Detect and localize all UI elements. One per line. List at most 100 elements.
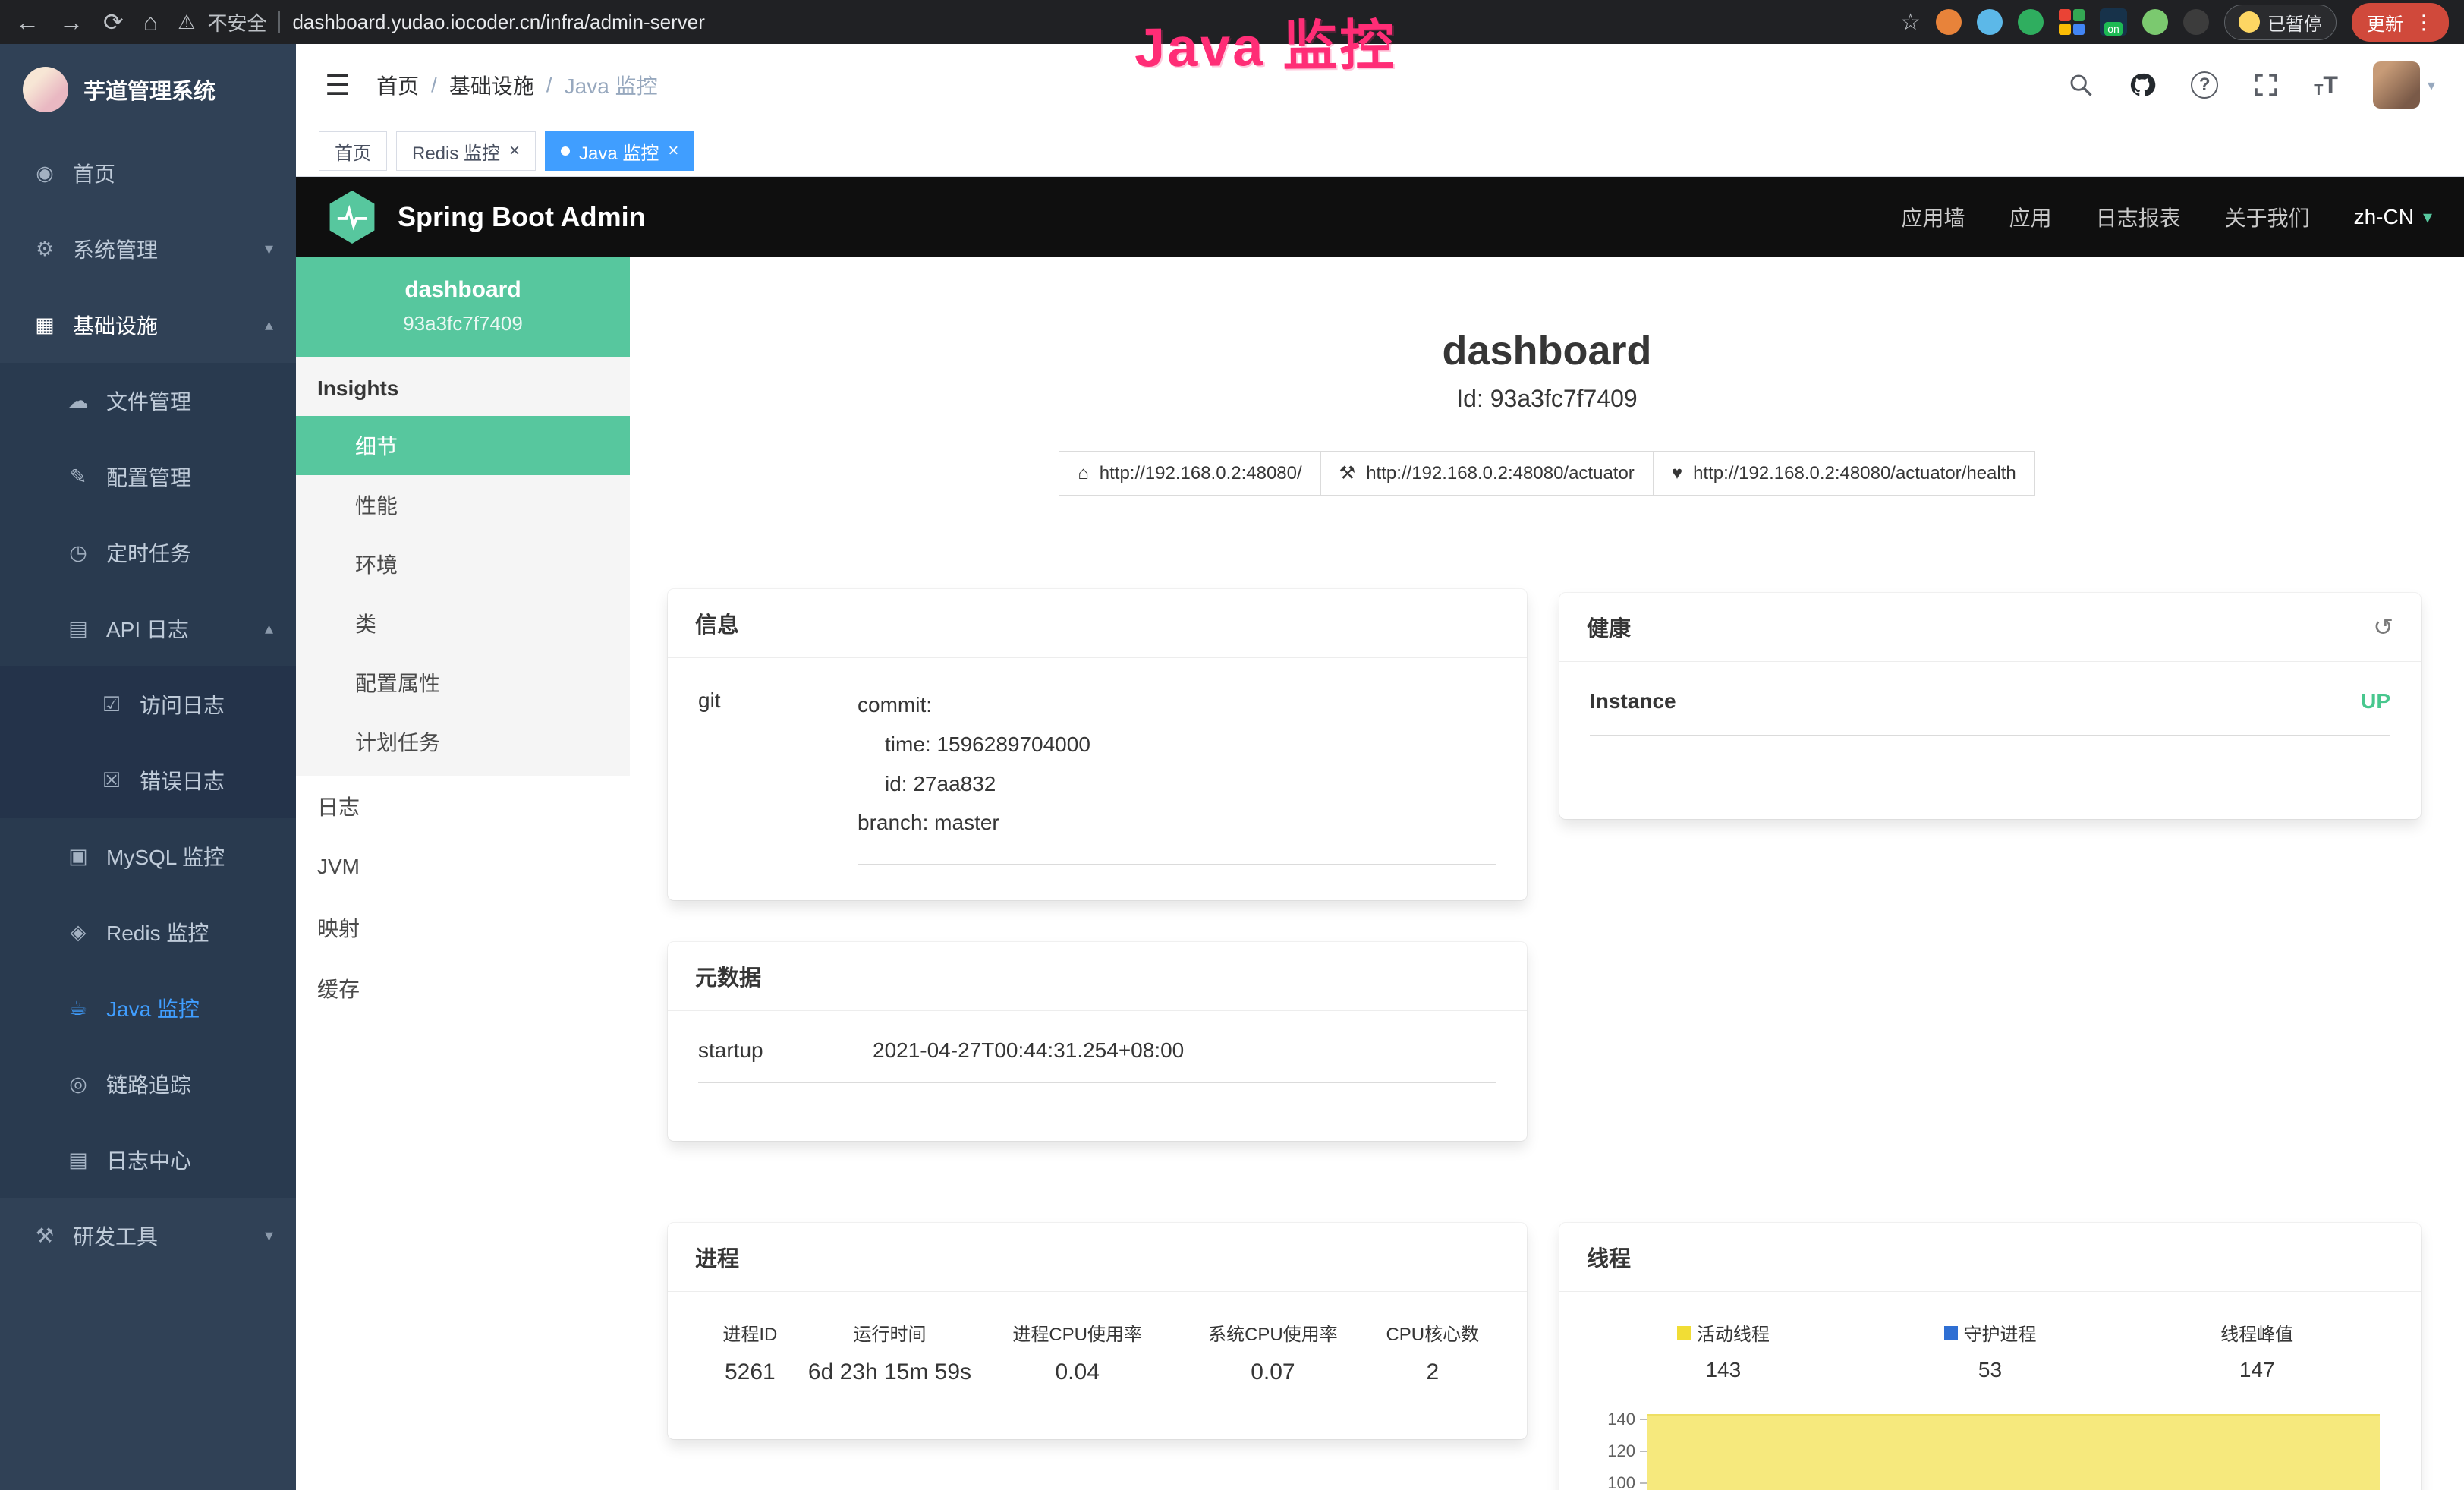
sba-nav-applications[interactable]: 应用 xyxy=(2009,202,2052,232)
legend-text: 活动线程 xyxy=(1697,1319,1770,1346)
back-icon[interactable]: ← xyxy=(15,8,39,36)
process-col-process-cpu: 进程CPU使用率 0.04 xyxy=(977,1319,1177,1385)
on-badge-text: on xyxy=(2104,22,2123,36)
sidebar-item-scheduled-jobs[interactable]: ◷ 定时任务 xyxy=(0,515,296,591)
tab-redis-monitor[interactable]: Redis 监控 × xyxy=(396,131,536,171)
user-avatar-menu[interactable]: ▾ xyxy=(2373,61,2435,109)
menu-label: 基础设施 xyxy=(73,310,251,340)
sba-item-details[interactable]: 细节 xyxy=(296,416,630,475)
sidebar-item-mysql-monitor[interactable]: ▣ MySQL 监控 xyxy=(0,818,296,894)
metadata-key: startup xyxy=(698,1038,873,1063)
process-col-uptime: 运行时间 6d 23h 15m 59s xyxy=(802,1319,977,1385)
instance-link-health[interactable]: ♥ http://192.168.0.2:48080/actuator/heal… xyxy=(1653,451,2035,496)
instance-link-home[interactable]: ⌂ http://192.168.0.2:48080/ xyxy=(1059,451,1320,496)
sba-instance-header[interactable]: dashboard 93a3fc7f7409 xyxy=(296,257,630,357)
url-text[interactable]: dashboard.yudao.iocoder.cn/infra/admin-s… xyxy=(292,11,704,34)
sidebar-item-dev-tools[interactable]: ⚒ 研发工具 ▾ xyxy=(0,1198,296,1274)
sba-item-caches[interactable]: 缓存 xyxy=(296,958,630,1019)
sidebar-item-log-center[interactable]: ▤ 日志中心 xyxy=(0,1122,296,1198)
close-icon[interactable]: × xyxy=(509,142,520,160)
spring-boot-admin-logo-icon[interactable] xyxy=(328,191,376,244)
home-icon: ⌂ xyxy=(1078,463,1089,484)
extension-icon-blue[interactable] xyxy=(1977,9,2003,35)
hamburger-icon[interactable]: ☰ xyxy=(325,68,351,102)
security-label[interactable]: 不安全 xyxy=(207,8,266,36)
health-instance-row[interactable]: Instance UP xyxy=(1590,689,2390,736)
sidebar-item-java-monitor[interactable]: ☕ Java 监控 xyxy=(0,970,296,1046)
instance-name: dashboard xyxy=(311,277,615,303)
infrastructure-icon: ▦ xyxy=(30,313,59,337)
extension-icon-grid[interactable] xyxy=(2059,9,2085,35)
bookmark-star-icon[interactable]: ☆ xyxy=(1900,9,1921,36)
sba-nav-journal[interactable]: 日志报表 xyxy=(2096,202,2181,232)
annotation-java-monitor: Java 监控 xyxy=(1134,0,1397,82)
sidebar-item-redis-monitor[interactable]: ◈ Redis 监控 xyxy=(0,894,296,970)
sidebar-item-home[interactable]: ◉ 首页 xyxy=(0,135,296,211)
log-center-icon: ▤ xyxy=(64,1148,93,1172)
sba-item-mappings[interactable]: 映射 xyxy=(296,897,630,958)
y-tick: 140 xyxy=(1607,1410,1647,1429)
fullscreen-icon[interactable] xyxy=(2253,72,2279,98)
info-value: commit: time: 1596289704000 id: 27aa832 … xyxy=(858,685,1496,865)
sidebar-item-config-mgmt[interactable]: ✎ 配置管理 xyxy=(0,439,296,515)
tab-java-monitor[interactable]: Java 监控 × xyxy=(545,131,694,171)
sidebar-item-file-mgmt[interactable]: ☁ 文件管理 xyxy=(0,363,296,439)
chevron-up-icon: ▴ xyxy=(265,619,273,638)
col-header: 进程CPU使用率 xyxy=(977,1319,1177,1346)
sba-item-classes[interactable]: 类 xyxy=(296,594,630,653)
card-info: 信息 git commit: time: 1596289704000 id: 2… xyxy=(668,589,1527,900)
tags-view-bar: 首页 Redis 监控 × Java 监控 × xyxy=(296,126,2464,177)
close-icon[interactable]: × xyxy=(668,142,678,160)
legend-label: 活动线程 xyxy=(1590,1319,1857,1346)
extension-on-badge-icon[interactable]: on xyxy=(2100,8,2127,36)
sidebar-item-api-logs[interactable]: ▤ API 日志 ▴ xyxy=(0,591,296,666)
browser-menu-dots-icon[interactable]: ⋮ xyxy=(2414,11,2434,34)
history-icon[interactable]: ↺ xyxy=(2373,613,2393,641)
sidebar-item-system[interactable]: ⚙ 系统管理 ▾ xyxy=(0,211,296,287)
sba-item-config-props[interactable]: 配置属性 xyxy=(296,653,630,712)
breadcrumb-infra[interactable]: 基础设施 xyxy=(449,70,534,100)
font-size-icon[interactable]: TT xyxy=(2314,71,2338,99)
browser-home-icon[interactable]: ⌂ xyxy=(143,8,158,36)
extension-icon-puzzle[interactable] xyxy=(2183,9,2209,35)
sba-brand-title[interactable]: Spring Boot Admin xyxy=(398,201,646,233)
extension-icon-leaf[interactable] xyxy=(2142,9,2168,35)
sba-locale-select[interactable]: zh-CN ▾ xyxy=(2354,205,2432,229)
sba-nav-wallboard[interactable]: 应用墙 xyxy=(1902,202,1965,232)
tab-home[interactable]: 首页 xyxy=(319,131,387,171)
search-icon[interactable] xyxy=(2068,72,2094,98)
sidebar-item-infra[interactable]: ▦ 基础设施 ▴ xyxy=(0,287,296,363)
sidebar-item-error-logs[interactable]: ☒ 错误日志 xyxy=(0,742,296,818)
forward-icon[interactable]: → xyxy=(59,8,83,36)
help-icon[interactable]: ? xyxy=(2191,71,2218,99)
edit-icon: ✎ xyxy=(64,465,93,489)
sidebar-item-tracing[interactable]: ◎ 链路追踪 xyxy=(0,1046,296,1122)
extension-icon-orange[interactable] xyxy=(1936,9,1962,35)
mysql-icon: ▣ xyxy=(64,845,93,868)
extension-icon-green[interactable] xyxy=(2018,9,2044,35)
profile-paused-badge[interactable]: 已暂停 xyxy=(2224,5,2337,40)
breadcrumb-home[interactable]: 首页 xyxy=(376,70,419,100)
sba-item-logs[interactable]: 日志 xyxy=(296,776,630,836)
sba-nav-about[interactable]: 关于我们 xyxy=(2225,202,2310,232)
java-icon: ☕ xyxy=(64,997,93,1020)
sidebar-logo[interactable]: 芋道管理系统 xyxy=(0,44,296,135)
sba-item-scheduled-tasks[interactable]: 计划任务 xyxy=(296,712,630,771)
chrome-update-button[interactable]: 更新 ⋮ xyxy=(2352,3,2449,42)
address-bar[interactable]: ⚠ 不安全 dashboard.yudao.iocoder.cn/infra/a… xyxy=(178,8,705,36)
info-row-git: git commit: time: 1596289704000 id: 27aa… xyxy=(698,685,1496,865)
sba-item-jvm[interactable]: JVM xyxy=(296,836,630,897)
menu-label: API 日志 xyxy=(106,613,251,644)
sba-item-environment[interactable]: 环境 xyxy=(296,534,630,594)
card-threads-body: 活动线程 143 守护进程 53 线程峰值 147 xyxy=(1559,1292,2421,1490)
info-line-time: time: 1596289704000 xyxy=(858,725,1496,764)
col-value: 0.07 xyxy=(1177,1359,1368,1385)
github-icon[interactable] xyxy=(2129,71,2156,99)
address-divider xyxy=(278,11,280,33)
reload-icon[interactable]: ⟳ xyxy=(103,8,124,36)
sidebar-item-access-logs[interactable]: ☑ 访问日志 xyxy=(0,666,296,742)
sba-item-metrics[interactable]: 性能 xyxy=(296,475,630,534)
legend-label: 守护进程 xyxy=(1857,1319,2124,1346)
instance-link-actuator[interactable]: ⚒ http://192.168.0.2:48080/actuator xyxy=(1320,451,1654,496)
legend-swatch-blue xyxy=(1944,1326,1958,1340)
